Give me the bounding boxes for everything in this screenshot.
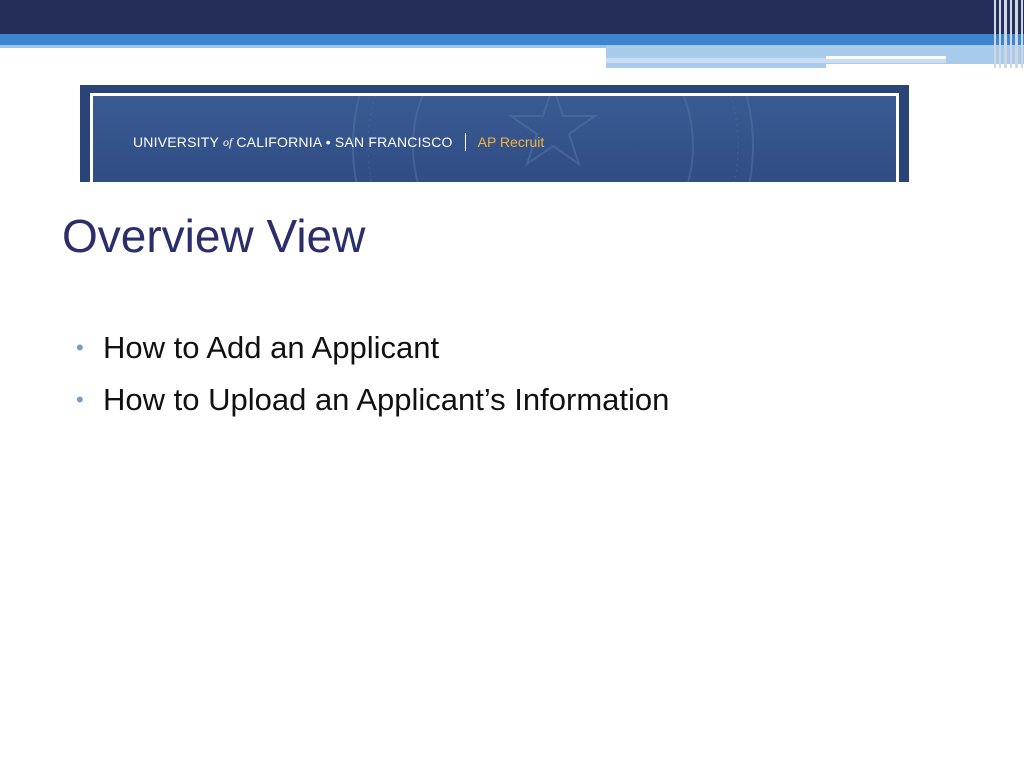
bullet-icon: • [76,335,84,360]
header-bar-dark [0,0,1024,34]
bullet-icon: • [76,387,84,412]
ucsf-banner: UNIVERSITY of CALIFORNIA • SAN FRANCISCO… [80,85,909,182]
wordmark-divider [464,133,466,151]
header-bar-right-mid [606,63,826,68]
bullet-list: • How to Add an Applicant • How to Uploa… [76,322,669,426]
university-name-part2: CALIFORNIA • SAN FRANCISCO [236,134,453,150]
university-name-part1: UNIVERSITY [133,134,220,150]
university-name-of: of [223,134,233,149]
header-bar-blue [0,34,1024,45]
header-stripes [992,0,1024,68]
header-bar-thin [0,45,606,48]
bullet-text: How to Upload an Applicant’s Information [103,382,670,417]
bullet-text: How to Add an Applicant [103,330,440,365]
list-item: • How to Upload an Applicant’s Informati… [76,374,669,426]
header-bar-right-white [826,56,946,59]
banner-wordmark: UNIVERSITY of CALIFORNIA • SAN FRANCISCO… [133,132,544,152]
banner-frame: UNIVERSITY of CALIFORNIA • SAN FRANCISCO… [90,93,899,182]
product-name: AP Recruit [477,134,545,150]
list-item: • How to Add an Applicant [76,322,669,374]
slide-title: Overview View [62,210,366,262]
